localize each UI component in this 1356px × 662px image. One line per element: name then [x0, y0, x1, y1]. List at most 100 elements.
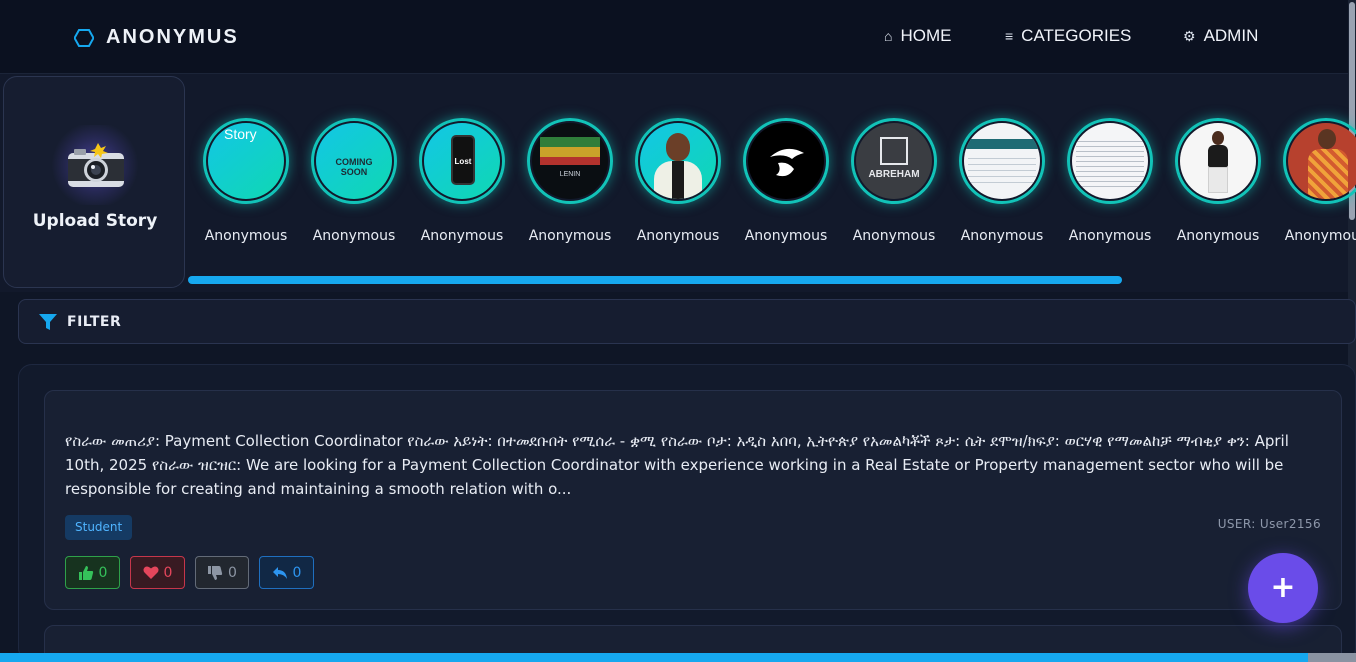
story-thumbnail — [964, 123, 1040, 199]
flag-stripe-yellow — [540, 147, 600, 157]
person-body — [1208, 145, 1228, 167]
story-avatar-ring: Story — [203, 118, 289, 204]
story-item[interactable]: ABREHAM Anonymous — [851, 118, 941, 248]
flag-stripe-red — [540, 157, 600, 165]
brand-name: ANONYMUS — [106, 26, 239, 48]
story-avatar-ring — [1067, 118, 1153, 204]
horizontal-scrollbar-thumb[interactable] — [0, 653, 1348, 662]
story-name: Anonymous — [1284, 228, 1356, 244]
gear-icon: ⚙ — [1183, 27, 1196, 44]
phone-image: Lost — [451, 135, 475, 185]
story-avatar-ring: LENIN — [527, 118, 613, 204]
hat-figure-image — [770, 148, 804, 177]
upload-story-label: Upload Story — [32, 211, 158, 231]
story-thumb-text: Story — [224, 126, 257, 142]
story-item[interactable]: COMING SOON Anonymous — [311, 118, 401, 248]
story-item[interactable]: Lost Anonymous — [419, 118, 509, 248]
upload-story-button[interactable]: Upload Story — [3, 76, 185, 288]
story-thumb-text: COMING SOON — [335, 157, 373, 177]
heart-icon — [143, 566, 159, 579]
post-text[interactable]: የስራው መጠሪያ: Payment Collection Coordinato… — [65, 429, 1305, 501]
story-item[interactable]: Anonymous — [635, 118, 725, 248]
person-shirt — [672, 161, 684, 199]
logo-square — [880, 137, 908, 165]
post-author: USER: User2156 — [1217, 517, 1321, 531]
story-item[interactable]: Anonymous — [743, 118, 833, 248]
filter-toggle[interactable]: FILTER — [18, 299, 1356, 344]
dislike-count: 0 — [228, 564, 237, 581]
story-name: Anonymous — [960, 228, 1044, 244]
story-thumbnail: COMING SOON — [316, 123, 392, 199]
story-item[interactable]: Anonymous — [959, 118, 1049, 248]
story-name: Anonymous — [528, 228, 612, 244]
love-button[interactable]: 0 — [130, 556, 185, 589]
filter-icon — [39, 314, 57, 330]
post-card[interactable]: የስራው መጠሪያ: Payment Collection Coordinato… — [44, 390, 1342, 610]
story-name: Anonymous — [636, 228, 720, 244]
nav-admin-label: ADMIN — [1203, 26, 1259, 45]
person-legs — [1208, 167, 1228, 193]
story-thumbnail — [1288, 123, 1356, 199]
story-avatar-ring: ABREHAM — [851, 118, 937, 204]
story-name: Anonymous — [204, 228, 288, 244]
list-icon: ≡ — [1005, 28, 1014, 44]
category-tag[interactable]: Student — [65, 515, 133, 540]
story-avatar-ring — [1283, 118, 1356, 204]
person-head — [1318, 129, 1336, 149]
camera-icon — [68, 143, 124, 187]
story-name: Anonymous — [312, 228, 396, 244]
story-thumbnail: LENIN — [532, 123, 608, 199]
hexagon-logo-icon — [74, 28, 94, 47]
nav-home-label: HOME — [900, 26, 952, 45]
reply-count: 0 — [292, 564, 302, 581]
person-head — [666, 133, 690, 161]
story-name: Anonymous — [420, 228, 504, 244]
story-name: Anonymous — [744, 228, 828, 244]
story-item[interactable]: Story Anonymous — [203, 118, 293, 248]
story-name: Anonymous — [1068, 228, 1152, 244]
story-thumbnail — [640, 123, 716, 199]
story-item[interactable]: Anonymous — [1067, 118, 1157, 248]
reply-icon — [272, 566, 287, 579]
story-thumb-text: LENIN — [559, 171, 581, 178]
reply-button[interactable]: 0 — [259, 556, 314, 589]
top-navbar: ANONYMUS ⌂ HOME ≡ CATEGORIES ⚙ ADMIN — [0, 0, 1348, 74]
nav-categories[interactable]: ≡ CATEGORIES — [1005, 25, 1131, 47]
nav-home[interactable]: ⌂ HOME — [884, 25, 951, 47]
story-avatar-ring: Lost — [419, 118, 505, 204]
filter-label: FILTER — [67, 314, 122, 330]
story-avatar-ring — [635, 118, 721, 204]
story-thumbnail: Lost — [424, 123, 500, 199]
story-avatar-ring — [959, 118, 1045, 204]
brand[interactable]: ANONYMUS — [74, 26, 239, 49]
story-item[interactable]: Anonymous — [1175, 118, 1265, 248]
like-button[interactable]: 0 — [65, 556, 120, 589]
story-avatar-ring — [1175, 118, 1261, 204]
story-thumb-text: Lost — [454, 157, 472, 166]
story-thumbnail: ABREHAM — [856, 123, 932, 199]
table-rows — [968, 153, 1036, 187]
like-count: 0 — [98, 564, 108, 581]
story-item[interactable]: Anonymous — [1283, 118, 1356, 248]
story-thumbnail — [1180, 123, 1256, 199]
story-item[interactable]: LENIN Anonymous — [527, 118, 617, 248]
thumbs-down-icon — [208, 565, 223, 580]
flag-stripe-green — [540, 137, 600, 147]
dislike-button[interactable]: 0 — [195, 556, 249, 589]
create-post-button[interactable]: + — [1248, 553, 1318, 623]
nav-categories-label: CATEGORIES — [1021, 26, 1132, 45]
story-thumb-text: ABREHAM — [868, 169, 920, 180]
table-header-band — [964, 139, 1040, 149]
person-head — [1212, 131, 1224, 145]
home-icon: ⌂ — [884, 28, 893, 44]
story-name: Anonymous — [1176, 228, 1260, 244]
thumbs-up-icon — [78, 565, 93, 580]
stories-scrollbar[interactable] — [188, 276, 1122, 284]
scrollbar-corner — [1308, 653, 1356, 662]
person-body — [1308, 149, 1348, 199]
story-thumbnail — [748, 123, 824, 199]
story-thumbnail: Story — [208, 123, 284, 199]
nav-admin[interactable]: ⚙ ADMIN — [1183, 25, 1258, 47]
love-count: 0 — [163, 564, 173, 581]
story-thumbnail — [1072, 123, 1148, 199]
